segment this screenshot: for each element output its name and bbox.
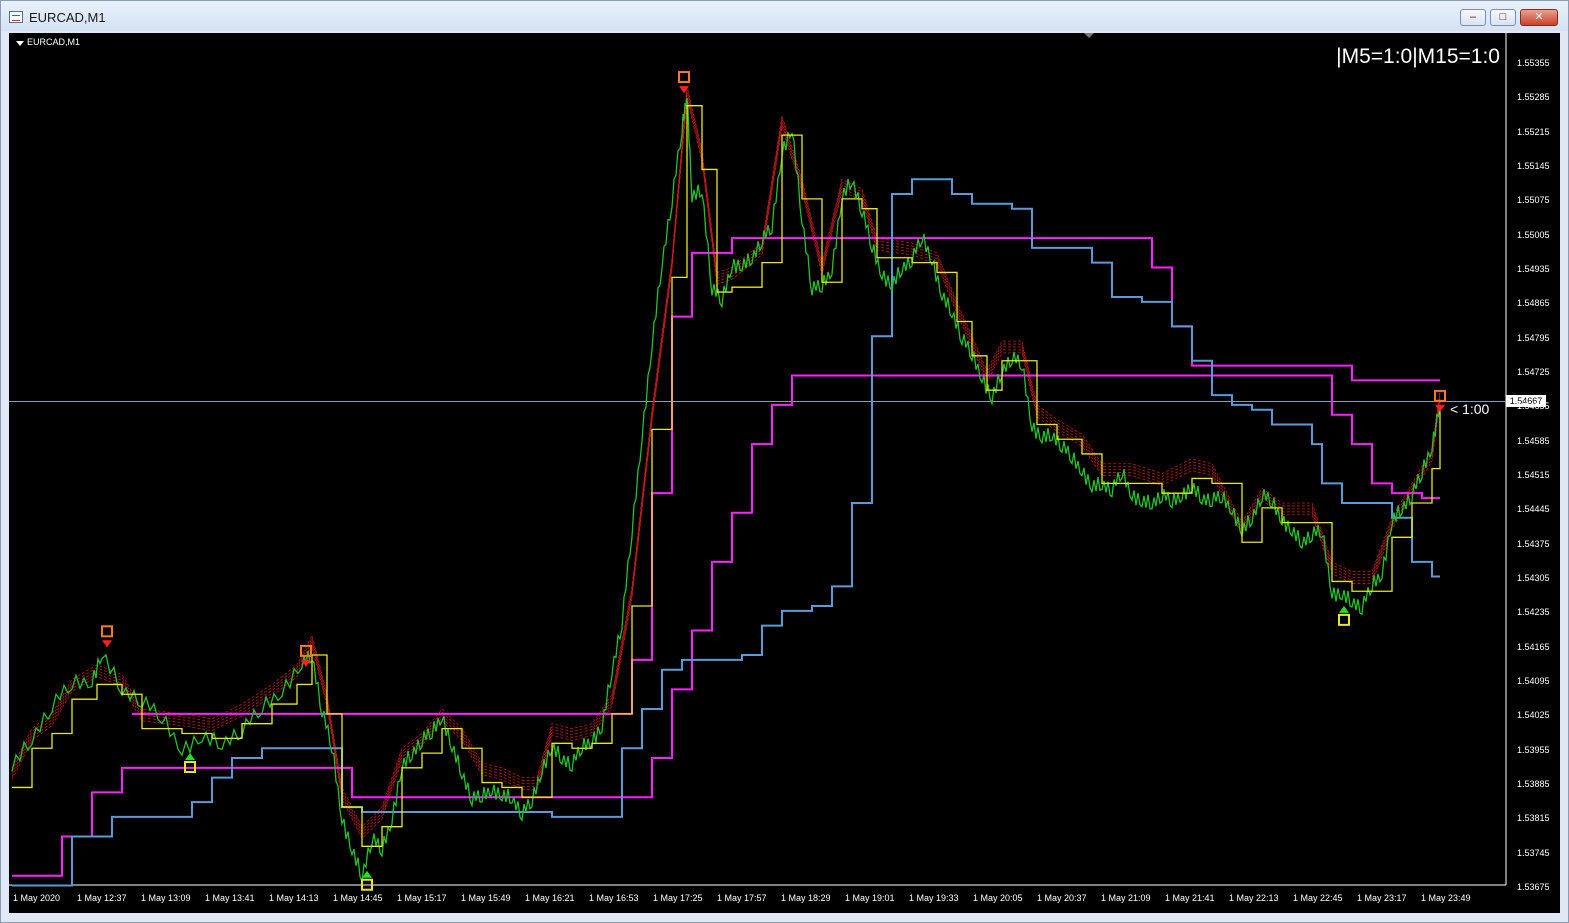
time-tick-label: 1 May 2020 [13,893,61,903]
time-tick-label: 1 May 16:53 [589,893,639,903]
time-tick-label: 1 May 19:01 [845,893,895,903]
time-tick-label: 1 May 16:21 [525,893,575,903]
price-tick-label: 1.54935 [1517,264,1550,274]
price-tick-label: 1.55215 [1517,126,1550,137]
price-tick-label: 1.54795 [1517,332,1550,343]
chart-symbol-label: EURCAD,M1 [27,37,81,47]
time-tick-label: 1 May 14:45 [333,893,383,903]
time-tick-label: 1 May 14:13 [269,893,319,903]
envelope-band-1 [11,94,1441,837]
price-tick-label: 1.53745 [1517,847,1550,858]
time-tick-label: 1 May 18:29 [781,893,831,903]
envelope-band-2 [11,91,1441,834]
buy-arrow-icon [185,753,195,761]
time-tick-label: 1 May 23:49 [1421,893,1471,903]
price-tick-label: 1.54095 [1517,676,1550,686]
minimize-button[interactable]: – [1460,9,1486,26]
title-bar[interactable]: EURCAD,M1 – □ ✕ [1,1,1568,31]
price-tick-label: 1.55355 [1517,58,1550,68]
price-tick-label: 1.54865 [1517,298,1550,309]
close-button[interactable]: ✕ [1520,9,1558,26]
time-tick-label: 1 May 13:41 [205,893,255,903]
price-series-line [11,97,1441,882]
close-icon: ✕ [1534,11,1544,23]
time-tick-label: 1 May 12:37 [77,893,127,903]
price-tick-label: 1.54305 [1517,573,1550,583]
chart-shift-marker[interactable] [1084,33,1094,38]
time-tick-label: 1 May 15:17 [397,893,447,903]
sell-arrow-icon [1435,404,1445,412]
price-tick-label: 1.54445 [1517,504,1550,515]
time-tick-label: 1 May 13:09 [141,893,191,903]
price-tick-label: 1.54165 [1517,641,1550,652]
price-tick-label: 1.53675 [1517,882,1550,892]
time-tick-label: 1 May 22:13 [1229,893,1279,903]
sell-signal-box-0 [101,625,113,638]
time-tick-label: 1 May 20:37 [1037,893,1087,903]
sell-signal-box-4 [678,71,690,84]
minimize-icon: – [1469,11,1477,23]
time-tick-label: 1 May 17:25 [653,893,703,903]
time-tick-label: 1 May 21:09 [1101,893,1151,903]
time-tick-label: 1 May 22:45 [1293,893,1343,903]
time-tick-label: 1 May 21:41 [1165,893,1215,903]
envelope-band-4 [11,85,1441,828]
price-tick-label: 1.53815 [1517,813,1550,824]
time-tick-label: 1 May 17:57 [717,893,767,903]
time-tick-label: 1 May 20:05 [973,893,1023,903]
price-tick-label: 1.54585 [1517,435,1550,446]
price-tick-label: 1.55145 [1517,161,1550,171]
chart-plot[interactable] [9,33,1560,913]
price-tick-label: 1.54375 [1517,538,1550,549]
chart-menu-arrow-icon[interactable] [16,41,24,46]
envelope-band-0 [11,97,1441,840]
blue-line [12,178,1440,887]
chart-window: EURCAD,M1 – □ ✕ EURCAD,M1 |M5=1:0|M15=1:… [0,0,1569,923]
buy-signal-box-6 [1338,613,1350,626]
mtf-status-label: |M5=1:0|M15=1:0 [1336,45,1500,68]
price-tick-label: 1.54235 [1517,607,1550,618]
magenta-lower-line [12,374,1440,877]
chart-window-icon [9,11,23,23]
magenta-upper-line [132,237,1440,715]
price-chart[interactable]: EURCAD,M1 |M5=1:0|M15=1:0 < 1:00 1.54667… [9,33,1560,913]
time-tick-label: 1 May 15:49 [461,893,511,903]
envelope-band-3 [11,88,1441,831]
price-tick-label: 1.55075 [1517,195,1550,206]
yellow-line [12,105,1441,847]
price-tick-label: 1.54655 [1517,401,1550,412]
time-tick-label: 1 May 19:33 [909,893,959,903]
price-tick-label: 1.53885 [1517,779,1550,789]
sell-arrow-icon [102,640,112,648]
price-tick-label: 1.55005 [1517,229,1550,240]
window-title: EURCAD,M1 [29,10,106,25]
price-tick-label: 1.55285 [1517,92,1550,103]
maximize-button[interactable]: □ [1490,9,1516,26]
buy-arrow-icon [1339,605,1349,613]
bar-timer-label: < 1:00 [1450,401,1490,417]
restore-icon: □ [1499,11,1507,23]
price-tick-label: 1.53955 [1517,744,1550,755]
time-tick-label: 1 May 23:17 [1357,893,1407,903]
price-tick-label: 1.54025 [1517,710,1550,721]
price-tick-label: 1.54725 [1517,367,1550,377]
price-tick-label: 1.54515 [1517,470,1550,480]
